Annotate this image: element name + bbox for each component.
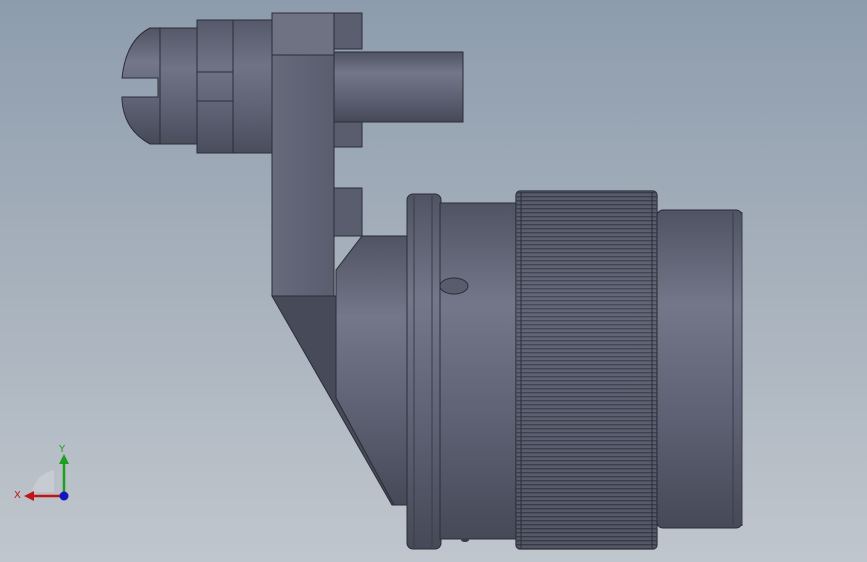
screw-head — [121, 27, 201, 145]
graphics-viewport[interactable]: Y X — [0, 0, 867, 562]
z-axis-dot — [59, 491, 69, 501]
hex-nut — [196, 19, 274, 154]
y-axis-label: Y — [58, 444, 66, 455]
bayonet-pin — [439, 277, 469, 295]
connector-body — [335, 190, 743, 550]
x-axis-label: X — [14, 490, 21, 501]
axis-triad: Y X — [14, 444, 69, 501]
connector-3d-model[interactable] — [0, 0, 867, 562]
guide-pin — [333, 51, 464, 123]
triad-plane-shade — [32, 470, 54, 492]
